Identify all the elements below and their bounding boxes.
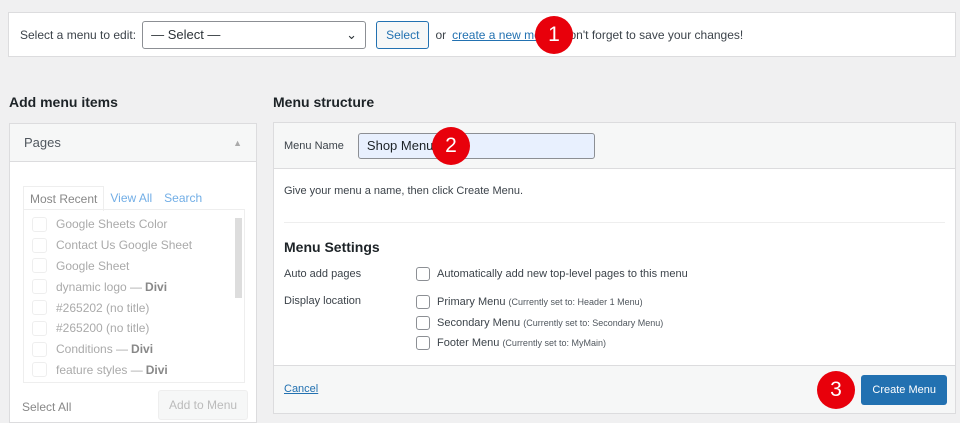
menu-select[interactable]: — Select — ⌄ — [142, 20, 367, 49]
menu-structure-heading: Menu structure — [273, 94, 375, 110]
page-checkbox[interactable] — [32, 279, 47, 295]
pages-panel: Pages ▲ Most Recent View All Search Googl… — [9, 123, 257, 423]
page-list-item[interactable]: Conditions — Divi — [24, 339, 244, 360]
page-title: Contact Us Google Sheet — [56, 238, 193, 253]
page-checkbox[interactable] — [32, 258, 47, 274]
or-text: or — [435, 27, 447, 42]
location-note: (Currently set to: MyMain) — [502, 338, 606, 348]
page-title: dynamic logo — — [56, 279, 143, 294]
cancel-link[interactable]: Cancel — [284, 383, 318, 395]
tab-most-recent[interactable]: Most Recent — [23, 186, 105, 211]
page-list-item[interactable]: feature styles — Divi — [24, 360, 244, 381]
reminder-text: . Don't forget to save your changes! — [554, 27, 744, 42]
location-name: Secondary Menu — [437, 316, 521, 329]
tab-view-all[interactable]: View All — [104, 186, 158, 211]
page-list-item[interactable]: #265200 (no title) — [24, 318, 244, 339]
page-title: Google Sheet — [56, 258, 130, 273]
page-title: Google Sheets Color — [56, 217, 168, 232]
location-checkbox[interactable] — [416, 315, 430, 330]
page-builder-tag: Divi — [145, 279, 168, 294]
auto-add-text: Automatically add new top-level pages to… — [437, 268, 688, 280]
step-badge-2: 2 — [432, 127, 470, 165]
select-value: — Select — — [151, 27, 221, 42]
page-title: #265200 (no title) — [56, 321, 150, 336]
auto-add-checkbox[interactable] — [416, 267, 430, 281]
location-note: (Currently set to: Header 1 Menu) — [508, 297, 643, 307]
page-title: #265202 (no title) — [56, 300, 150, 315]
hint-text: Give your menu a name, then click Create… — [284, 185, 524, 197]
step-badge-3: 3 — [817, 371, 855, 409]
page-checkbox[interactable] — [32, 320, 47, 336]
page-checkbox[interactable] — [32, 216, 47, 232]
page-checkbox[interactable] — [32, 237, 47, 253]
page-list-item[interactable]: Google Sheet — [24, 256, 244, 277]
scrollbar[interactable] — [235, 218, 242, 298]
page-builder-tag: Divi — [145, 362, 168, 377]
page-checkbox[interactable] — [32, 362, 47, 378]
page-builder-tag: Divi — [131, 342, 154, 357]
menu-structure-panel: Menu Name Shop Menu Give your menu a name… — [273, 122, 956, 414]
page-checkbox[interactable] — [32, 341, 47, 357]
location-name: Footer Menu — [437, 337, 500, 349]
location-option[interactable]: Secondary Menu (Currently set to: Second… — [416, 315, 664, 330]
menu-name-input[interactable]: Shop Menu — [357, 132, 595, 159]
location-checkbox[interactable] — [416, 336, 430, 350]
location-checkbox[interactable] — [416, 295, 430, 309]
add-to-menu-button[interactable]: Add to Menu — [158, 390, 249, 420]
location-note: (Currently set to: Secondary Menu) — [523, 317, 664, 328]
page-title: Conditions — — [56, 342, 129, 357]
pages-list: Google Sheets Color Contact Us Google She… — [23, 209, 245, 383]
auto-add-label: Auto add pages — [284, 268, 362, 280]
select-menu-label: Select a menu to edit: — [20, 27, 137, 42]
page-list-item[interactable]: dynamic logo — Divi — [24, 276, 244, 297]
display-location-label: Display location — [284, 295, 362, 307]
menu-settings-heading: Menu Settings — [284, 239, 380, 255]
page-list-item[interactable]: Google Sheets Color — [24, 214, 244, 235]
page-checkbox[interactable] — [32, 300, 47, 316]
location-option[interactable]: Primary Menu (Currently set to: Header 1… — [416, 295, 643, 309]
select-button[interactable]: Select — [376, 20, 430, 49]
page-title: feature styles — — [56, 362, 143, 377]
step-badge-1: 1 — [535, 16, 573, 54]
location-name: Primary Menu — [437, 296, 506, 308]
collapse-arrow-icon[interactable]: ▲ — [233, 138, 242, 148]
menu-select-bar: Select a menu to edit: — Select — ⌄ Selec… — [8, 12, 956, 57]
tab-search[interactable]: Search — [158, 186, 208, 211]
pages-title: Pages — [24, 135, 61, 150]
create-menu-button[interactable]: Create Menu — [861, 375, 947, 405]
page-list-item[interactable]: #265202 (no title) — [24, 297, 244, 318]
chevron-down-icon: ⌄ — [346, 26, 358, 42]
select-all-label[interactable]: Select All — [22, 400, 71, 414]
page-list-item[interactable]: Contact Us Google Sheet — [24, 235, 244, 256]
menu-name-label: Menu Name — [284, 139, 344, 152]
location-option[interactable]: Footer Menu (Currently set to: MyMain) — [416, 336, 606, 350]
pages-panel-header[interactable]: Pages ▲ — [10, 124, 256, 162]
add-menu-items-heading: Add menu items — [9, 94, 118, 110]
